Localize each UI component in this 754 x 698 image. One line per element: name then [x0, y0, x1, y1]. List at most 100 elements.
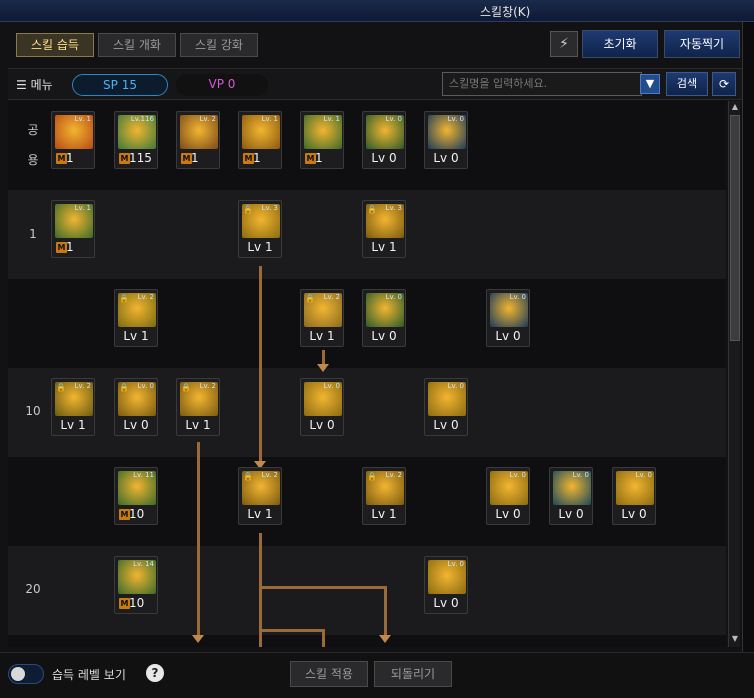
skill-level: 10 — [129, 596, 145, 610]
skill-level-tag: Lv. 0 — [385, 293, 402, 301]
skill-slot[interactable]: Lv. 2M1 — [176, 111, 220, 169]
scroll-thumb[interactable] — [730, 115, 740, 341]
tab-skill-learn[interactable]: 스킬 습득 — [16, 33, 94, 57]
skill-slot[interactable]: Lv. 1M1 — [300, 111, 344, 169]
skill-level: Lv 0 — [309, 418, 335, 432]
lock-icon: 🔒 — [119, 383, 129, 392]
window-title: 스킬창(K) — [480, 5, 531, 19]
skill-slot[interactable]: Lv. 0 Lv 0 — [424, 378, 468, 436]
lock-icon: 🔒 — [119, 294, 129, 303]
connector-arrow — [317, 364, 329, 372]
skill-level: Lv 1 — [247, 240, 273, 254]
skill-slot[interactable]: Lv. 0 Lv 0 — [486, 467, 530, 525]
skill-slot[interactable]: 🔒 Lv. 3 Lv 1 — [362, 200, 406, 258]
skill-slot[interactable]: Lv. 0 Lv 0 — [424, 556, 468, 614]
skill-slot[interactable]: Lv. 0 Lv 0 — [612, 467, 656, 525]
skill-level: 1 — [315, 151, 323, 165]
skill-level: Lv 0 — [371, 329, 397, 343]
sp-counter: SP 15 — [72, 74, 168, 96]
skill-level: Lv 0 — [433, 151, 459, 165]
skill-slot[interactable]: 🔒 Lv. 2 Lv 1 — [362, 467, 406, 525]
footer: 습득 레벨 보기 ? 스킬 적용 되돌리기 — [0, 652, 754, 698]
skill-level-tag: Lv. 2 — [137, 293, 154, 301]
lock-icon: 🔒 — [367, 472, 377, 481]
tree-scrollbar[interactable]: ▲ ▼ — [728, 101, 740, 647]
skill-slot[interactable]: Lv.116 M 115 — [114, 111, 158, 169]
skill-level: Lv 0 — [433, 418, 459, 432]
skill-level-tag: Lv. 0 — [509, 293, 526, 301]
connector-line — [197, 442, 200, 637]
skill-level: Lv 1 — [185, 418, 211, 432]
lock-icon: 🔒 — [243, 472, 253, 481]
skill-level-tag: Lv. 0 — [385, 115, 402, 123]
skill-slot[interactable]: Lv. 1M1 — [238, 111, 282, 169]
menu-button[interactable]: ☰ 메뉴 — [16, 76, 53, 93]
skill-level-tag: Lv. 3 — [385, 204, 402, 212]
skill-level-tag: Lv. 0 — [635, 471, 652, 479]
reset-button[interactable]: 초기화 — [582, 30, 658, 58]
skill-level-tag: Lv. 3 — [261, 204, 278, 212]
skill-level: 1 — [191, 151, 199, 165]
skill-level-tag: Lv. 0 — [509, 471, 526, 479]
dropdown-arrow-icon[interactable]: ▼ — [640, 74, 660, 94]
row-label-lv10: 10 — [25, 404, 41, 418]
skill-slot[interactable]: 🔒 Lv. 2 Lv 1 — [238, 467, 282, 525]
revert-button[interactable]: 되돌리기 — [374, 661, 452, 687]
skill-level-tag: Lv. 2 — [261, 471, 278, 479]
skill-slot[interactable]: Lv. 0 Lv 0 — [486, 289, 530, 347]
toolbar: ☰ 메뉴 SP 15 VP 0 스킬명을 입력하세요. ▼ 검색 ⟳ — [8, 68, 742, 100]
skill-slot[interactable]: Lv. 11 M 10 — [114, 467, 158, 525]
toggle-knob — [11, 667, 25, 681]
skill-slot[interactable]: 🔒 Lv. 2 Lv 1 — [176, 378, 220, 436]
search-input[interactable]: 스킬명을 입력하세요. — [442, 72, 642, 96]
refresh-icon[interactable]: ⟳ — [712, 72, 736, 96]
skill-level-tag: Lv. 0 — [447, 115, 464, 123]
skill-level: 1 — [253, 151, 261, 165]
skill-slot[interactable]: Lv. 0 Lv 0 — [362, 111, 406, 169]
skill-level-tag: Lv.116 — [130, 115, 154, 123]
skill-tree: 공 용 1 10 20 Lv. 1M1 Lv.116 M 115 Lv. 2M1 L… — [8, 101, 726, 647]
skill-level: Lv 0 — [495, 507, 521, 521]
skill-slot[interactable]: Lv. 0 Lv 0 — [549, 467, 593, 525]
lock-icon: 🔒 — [56, 383, 66, 392]
skill-slot[interactable]: 🔒 Lv. 2 Lv 1 — [51, 378, 95, 436]
skill-slot[interactable]: 🔒 Lv. 2 Lv 1 — [114, 289, 158, 347]
skill-slot[interactable]: 🔒 Lv. 0 Lv 0 — [114, 378, 158, 436]
skill-slot[interactable]: Lv. 14 M 10 — [114, 556, 158, 614]
tab-skill-bloom[interactable]: 스킬 개화 — [98, 33, 176, 57]
skill-slot[interactable]: Lv. 0 Lv 0 — [362, 289, 406, 347]
skill-level-tag: Lv. 0 — [447, 382, 464, 390]
vp-counter: VP 0 — [176, 74, 268, 96]
scroll-up-icon[interactable]: ▲ — [730, 101, 740, 113]
skill-level: Lv 1 — [371, 507, 397, 521]
skill-level: Lv 0 — [621, 507, 647, 521]
show-level-label: 습득 레벨 보기 — [52, 668, 126, 682]
skill-slot[interactable]: Lv. 0 Lv 0 — [424, 111, 468, 169]
skill-level-tag: Lv. 0 — [447, 560, 464, 568]
skill-level-tag: Lv. 2 — [385, 471, 402, 479]
skill-level: Lv 1 — [371, 240, 397, 254]
skill-slot[interactable]: 🔒 Lv. 2 Lv 1 — [300, 289, 344, 347]
auto-assign-button[interactable]: 자동찍기 — [664, 30, 740, 58]
skill-slot[interactable]: Lv. 0 Lv 0 — [300, 378, 344, 436]
show-level-toggle[interactable] — [8, 664, 44, 684]
skill-level: 1 — [66, 151, 74, 165]
skill-slot[interactable]: Lv. 1M1 — [51, 200, 95, 258]
title-bar[interactable]: 스킬창(K) — [0, 0, 754, 22]
skill-level-tag: Lv. 14 — [133, 560, 154, 568]
row-label-common-1: 공 — [27, 123, 39, 137]
search-button[interactable]: 검색 — [666, 72, 708, 96]
tab-skill-enhance[interactable]: 스킬 강화 — [180, 33, 258, 57]
scroll-down-icon[interactable]: ▼ — [730, 633, 740, 645]
help-icon[interactable]: ? — [146, 664, 164, 682]
skill-slot[interactable]: 🔒 Lv. 3 Lv 1 — [238, 200, 282, 258]
apply-skill-button[interactable]: 스킬 적용 — [290, 661, 368, 687]
skill-level: Lv 1 — [123, 329, 149, 343]
skill-level: Lv 0 — [495, 329, 521, 343]
connector-line — [259, 266, 262, 466]
window-edge — [742, 22, 754, 698]
skill-slot[interactable]: Lv. 1M1 — [51, 111, 95, 169]
connector-line — [259, 629, 325, 632]
skill-filter-icon[interactable]: ⚡ — [550, 31, 578, 57]
skill-level-tag: Lv. 1 — [74, 204, 91, 212]
